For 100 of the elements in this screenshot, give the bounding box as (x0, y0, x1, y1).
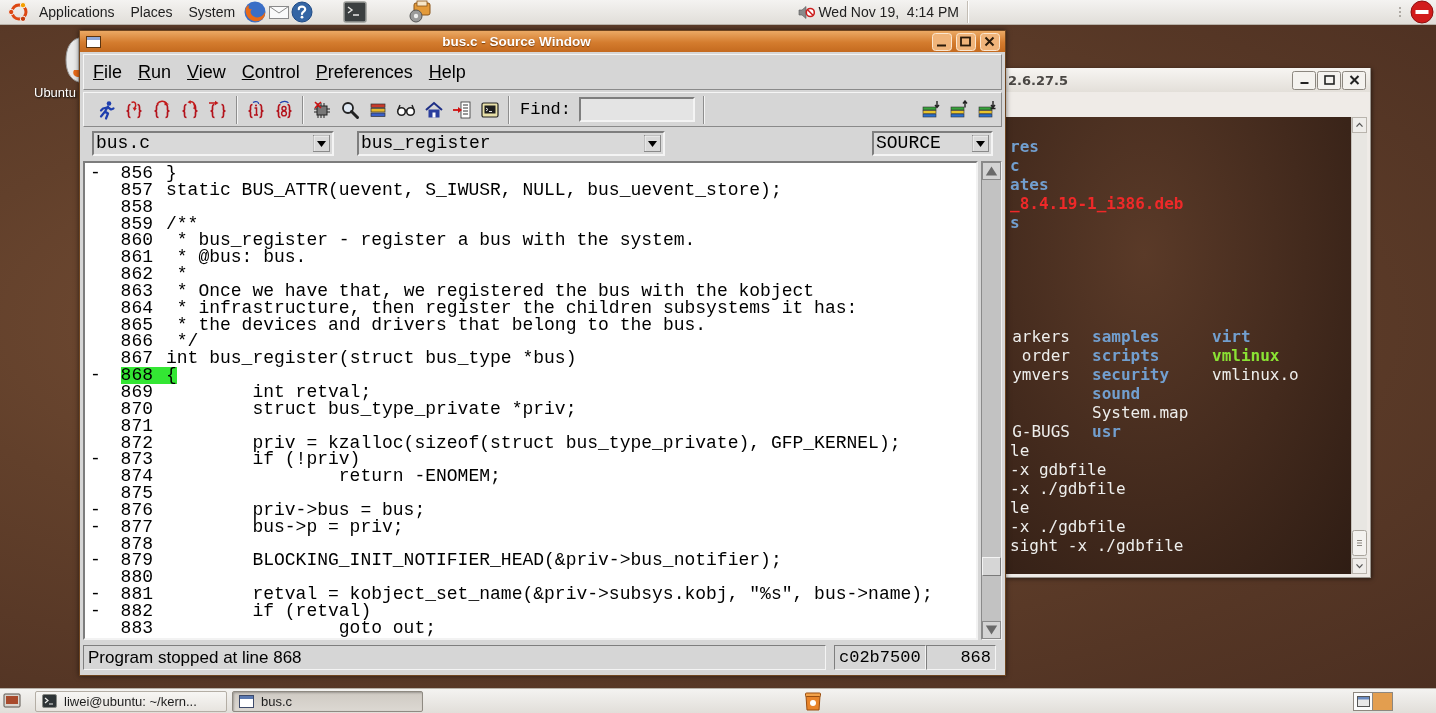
code-text: return -ENOMEM; (338, 468, 501, 486)
mini-window-icon (1356, 695, 1370, 707)
code-text: { (166, 367, 177, 384)
code-text: * (176, 266, 188, 283)
terminal-text: sound (1092, 383, 1141, 403)
code-text: int bus_register(struct bus_type *bus) (166, 350, 577, 368)
package-icon[interactable] (805, 691, 821, 711)
terminal-text: _8.4.19-1_i386.deb (1010, 193, 1184, 213)
line-number: 859 (120, 215, 153, 233)
terminal-text: le (1010, 440, 1030, 460)
line-marker: - (90, 367, 101, 384)
caret-icon[interactable] (972, 134, 989, 152)
line-number: 861 (120, 249, 153, 267)
code-text: priv = kzalloc(sizeof(struct bus_type_private), GFP_KERNEL); (252, 434, 901, 452)
code-text: BLOCKING_INIT_NOTIFIER_HEAD(&priv->bus_notifier); (252, 552, 782, 570)
menu-item[interactable]: Preferences (307, 61, 421, 83)
line-number: 870 (120, 400, 153, 418)
scrollbar-thumb[interactable] (1352, 530, 1367, 556)
mode-dropdown[interactable]: SOURCE (872, 130, 993, 156)
caret-icon[interactable] (644, 134, 661, 152)
status-message: Program stopped at line 868 (83, 645, 826, 670)
panel-handle-icon (1398, 6, 1402, 18)
stack-down-arrow-icon[interactable] (921, 99, 941, 120)
magnifier-icon[interactable] (340, 99, 360, 120)
menu-item[interactable]: View (179, 61, 234, 83)
code-text: static BUS_ATTR(uevent, S_IWUSR, NULL, bus_uevent_store); (166, 181, 782, 199)
line-field: 868 (926, 645, 996, 670)
line-number: 869 (120, 383, 153, 401)
braces-arrow-icon[interactable] (208, 99, 228, 120)
terminal-text: le (1010, 497, 1030, 517)
clock: Wed Nov 19, 4:14 PM (818, 4, 959, 20)
terminal-text: -x ./gdbfile (1010, 516, 1126, 536)
list-arrow-icon[interactable] (452, 99, 472, 120)
braces-icon[interactable] (246, 99, 266, 120)
terminal-text: -x gdbfile (1010, 459, 1107, 479)
stack-up-arrow-icon[interactable] (949, 99, 969, 120)
taskbar-button[interactable]: liwei@ubuntu: ~/kern... (35, 690, 227, 712)
code-text: * the devices and drivers that belong to the bus. (176, 316, 707, 334)
window-title: 2.6.27.5 (1008, 72, 1070, 88)
address-field: c02b7500 (834, 645, 926, 670)
line-number: 857 (120, 181, 153, 199)
terminal-text: ymvers (1012, 364, 1070, 384)
braces-icon[interactable] (274, 99, 294, 120)
close-icon[interactable] (1342, 70, 1366, 90)
terminal-text: samples (1092, 326, 1160, 346)
terminal-text: scripts (1092, 345, 1160, 365)
line-number: 873 (120, 451, 153, 469)
speaker-muted-icon[interactable] (798, 3, 816, 21)
menu-item[interactable]: Help (420, 61, 474, 83)
code-text: /** (166, 215, 199, 233)
terminal-icon[interactable] (343, 1, 368, 23)
chip-icon[interactable] (312, 99, 332, 120)
line-number: 883 (120, 619, 153, 637)
line-number: 860 (120, 232, 153, 250)
panel-menu[interactable]: Places (122, 4, 181, 20)
line-number: 880 (120, 569, 153, 587)
line-marker: - (90, 451, 101, 469)
logout-icon[interactable] (1410, 0, 1434, 24)
terminal-text: virt (1212, 326, 1251, 346)
taskbar-button[interactable]: bus.c (232, 690, 423, 712)
terminal-text: vmlinux (1212, 345, 1280, 365)
function-dropdown[interactable]: bus_register (357, 130, 665, 156)
window-title: bus.c - Source Window (441, 34, 592, 49)
line-marker: - (90, 586, 101, 603)
minimize-icon[interactable] (1292, 70, 1316, 90)
line-number: 868 (120, 367, 166, 384)
braces-arrow-icon[interactable] (152, 99, 172, 120)
stack-down-arrow-icon[interactable] (977, 99, 997, 120)
code-text: priv->bus = bus; (252, 501, 426, 519)
printer-gear-icon[interactable] (408, 0, 433, 24)
desktop-icon-label[interactable]: Ubuntu (34, 85, 76, 100)
menu-item[interactable]: Control (233, 61, 308, 83)
code-text: retval = kobject_set_name(&priv->subsys.kobj, "%s", bus->name); (252, 586, 933, 603)
menu-item[interactable]: Run (130, 61, 180, 83)
menu-item[interactable]: File (85, 61, 130, 83)
find-field[interactable] (579, 97, 695, 122)
code-text: if (retval) (252, 602, 372, 620)
workspace[interactable] (1354, 692, 1373, 710)
file-dropdown[interactable]: bus.c (92, 130, 334, 156)
window-menu-icon[interactable] (86, 35, 101, 48)
terminal-text: ates (1010, 174, 1049, 194)
line-number: 864 (120, 299, 153, 317)
house-icon[interactable] (424, 99, 444, 120)
terminal-text: -x ./gdbfile (1010, 478, 1126, 498)
line-number: 866 (120, 333, 153, 351)
panel-menu[interactable]: Applications (31, 4, 123, 20)
braces-arrow-icon[interactable] (180, 99, 200, 120)
terminal-text: security (1092, 364, 1170, 384)
globe-fox-icon[interactable] (243, 0, 268, 24)
line-number: 875 (120, 485, 153, 502)
panel-menu[interactable]: System (180, 4, 244, 20)
help-icon[interactable] (291, 1, 314, 23)
code-text: bus->p = priv; (252, 518, 404, 536)
line-number: 882 (120, 602, 153, 620)
braces-arrow-icon[interactable] (124, 99, 144, 120)
console-icon[interactable] (480, 99, 500, 120)
code-text: * @bus: bus. (176, 249, 307, 267)
caret-icon[interactable] (313, 134, 330, 152)
show-desktop-icon[interactable] (3, 692, 21, 710)
maximize-icon[interactable] (1317, 70, 1341, 90)
